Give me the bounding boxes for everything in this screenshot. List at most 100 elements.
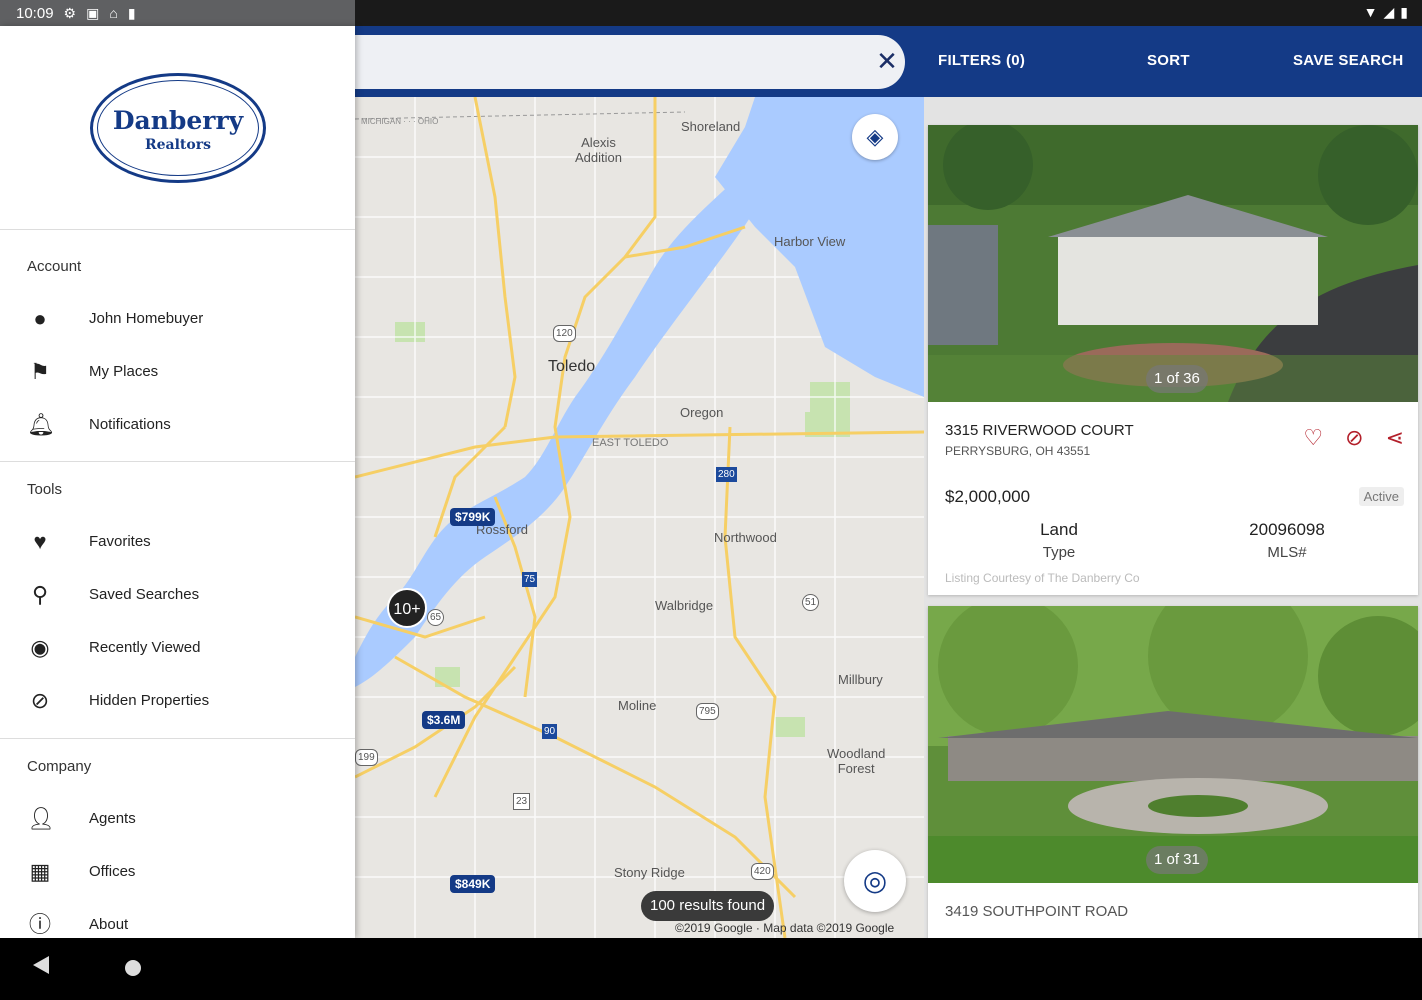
house-photo (928, 606, 1418, 883)
eye-off-icon[interactable]: ⊘ (1345, 425, 1363, 451)
map-label-east-toledo: EAST TOLEDO (592, 437, 669, 449)
eye-icon: ◉ (30, 635, 50, 660)
drawer-item-label: Recently Viewed (89, 639, 201, 656)
save-search-button[interactable]: SAVE SEARCH (1293, 52, 1404, 69)
home-status-icon: ⌂ (109, 5, 118, 21)
photo-count: 1 of 31 (1146, 846, 1208, 874)
drawer-item-john-homebuyer[interactable]: ● John Homebuyer (0, 296, 355, 344)
price-pin[interactable]: $3.6M (422, 711, 466, 729)
drawer-item-agents[interactable]: 👤︎ Agents (0, 796, 355, 844)
map-label-moline: Moline (618, 698, 657, 713)
danberry-logo: Danberry Realtors (90, 73, 266, 183)
listing-photo[interactable]: 1 of 31 (928, 606, 1418, 883)
price-pin[interactable]: $849K (450, 875, 496, 893)
listing-mls-value: 20096098 (1249, 520, 1325, 539)
drawer-item-notifications[interactable]: 🔔︎ Notifications (0, 402, 355, 450)
drawer-item-label: Agents (89, 810, 136, 827)
listing-type-label: Type (1042, 544, 1076, 561)
bell-icon: 🔔︎ (27, 412, 55, 437)
home-icon[interactable] (125, 960, 141, 976)
section-tools: Tools (27, 481, 63, 498)
status-bar: 10:09 ⚙ ▣ ⌂ ▮ ▼ ◢ ▮ (0, 0, 1422, 26)
my-location-icon[interactable]: ◎ (844, 850, 906, 912)
layers-icon[interactable]: ◈ (852, 114, 898, 160)
eye-off-icon: ⊘ (30, 688, 50, 713)
map-attribution: ©2019 Google · Map data ©2019 Google (675, 921, 895, 935)
map-label-state-line: MICHIGAN · · · OHIO (361, 117, 439, 126)
listing-type: Land Type (949, 520, 1169, 561)
section-account: Account (27, 258, 82, 275)
person-icon: 👤︎ (27, 806, 55, 831)
drawer-item-recently-viewed[interactable]: ◉ Recently Viewed (0, 625, 355, 673)
map-label-shoreland: Shoreland (681, 119, 741, 134)
map-label-alexis: Alexis Addition (575, 135, 622, 165)
listing-mls-label: MLS# (1267, 544, 1307, 561)
route-shield: 65 (427, 609, 445, 626)
house-photo (928, 125, 1418, 402)
drawer-item-saved-searches[interactable]: ⚲ Saved Searches (0, 572, 355, 620)
heart-icon: ♥ (33, 529, 47, 554)
system-nav-bar (0, 938, 1422, 1000)
keyboard-icon: ▣ (86, 4, 100, 21)
sort-button[interactable]: SORT (1147, 52, 1190, 69)
info-icon: ⓘ (28, 912, 51, 937)
status-time: 10:09 (16, 4, 54, 22)
status-bar-right: ▼ ◢ ▮ (1364, 4, 1408, 21)
drawer-item-label: My Places (89, 363, 159, 380)
share-icon[interactable]: ⋖ (1386, 425, 1404, 451)
map-label-walbridge: Walbridge (655, 598, 714, 613)
listing-photo[interactable]: 1 of 36 (928, 125, 1418, 402)
listing-address: 3315 RIVERWOOD COURT (945, 422, 1134, 439)
listing-courtesy: Listing Courtesy of The Danberry Co (945, 571, 1140, 585)
listing-type-value: Land (1040, 520, 1078, 539)
route-shield: 199 (355, 749, 378, 766)
status-bar-left: 10:09 ⚙ ▣ ⌂ ▮ (0, 0, 355, 26)
route-shield: 420 (751, 863, 774, 880)
listing-panel[interactable]: 1 of 36 3315 RIVERWOOD COURT PERRYSBURG,… (924, 97, 1422, 938)
logo-name: Danberry (112, 106, 244, 135)
section-company: Company (27, 758, 92, 775)
route-shield: 280 (716, 467, 737, 482)
drawer-item-offices[interactable]: ▦ Offices (0, 849, 355, 897)
listing-city: PERRYSBURG, OH 43551 (945, 444, 1091, 458)
drawer-divider (0, 738, 355, 739)
heart-outline-icon[interactable]: ♡ (1303, 425, 1323, 451)
map-label-toledo: Toledo (548, 358, 596, 375)
drawer-item-label: Hidden Properties (89, 692, 210, 709)
route-shield: 120 (553, 325, 576, 342)
signal-icon: ◢ (1383, 4, 1395, 20)
settings-icon: ⚙ (63, 4, 77, 21)
route-shield: 90 (542, 724, 558, 739)
filters-button[interactable]: FILTERS (0) (938, 52, 1025, 69)
drawer-item-label: John Homebuyer (89, 310, 204, 327)
listing-actions: ♡ ⊘ ⋖ (1303, 425, 1404, 451)
map-label-oregon: Oregon (680, 405, 724, 420)
map-label-northwood: Northwood (714, 530, 777, 545)
map-canvas (355, 97, 924, 938)
drawer-divider (0, 461, 355, 462)
close-icon[interactable]: ✕ (872, 46, 902, 76)
drawer-item-favorites[interactable]: ♥ Favorites (0, 519, 355, 567)
search-input[interactable] (300, 35, 905, 89)
listing-card[interactable]: 1 of 36 3315 RIVERWOOD COURT PERRYSBURG,… (928, 125, 1418, 595)
drawer-item-about[interactable]: ⓘ About (0, 902, 355, 938)
route-shield: 75 (522, 572, 538, 587)
drawer-item-my-places[interactable]: ⚑ My Places (0, 349, 355, 397)
drawer-item-hidden-properties[interactable]: ⊘ Hidden Properties (0, 678, 355, 726)
back-icon[interactable] (33, 956, 49, 974)
battery-icon: ▮ (1400, 4, 1408, 20)
photo-count: 1 of 36 (1146, 365, 1208, 393)
listing-card[interactable]: 1 of 31 3419 SOUTHPOINT ROAD (928, 606, 1418, 938)
listing-mls: 20096098 MLS# (1177, 520, 1397, 561)
price-pin[interactable]: $799K (450, 508, 496, 526)
drawer-item-label: Favorites (89, 533, 151, 550)
map-label-millbury: Millbury (838, 672, 883, 687)
listing-address: 3419 SOUTHPOINT ROAD (945, 903, 1129, 920)
account-circle-icon: ● (33, 306, 47, 331)
drawer-divider (0, 229, 355, 230)
route-shield: 23 (513, 793, 531, 810)
map-label-stony-ridge: Stony Ridge (614, 865, 685, 880)
map-cluster-marker[interactable]: 10+ (387, 588, 427, 628)
map-view[interactable]: Shoreland Alexis Addition Harbor View To… (355, 97, 924, 938)
building-icon: ▦ (29, 859, 51, 884)
